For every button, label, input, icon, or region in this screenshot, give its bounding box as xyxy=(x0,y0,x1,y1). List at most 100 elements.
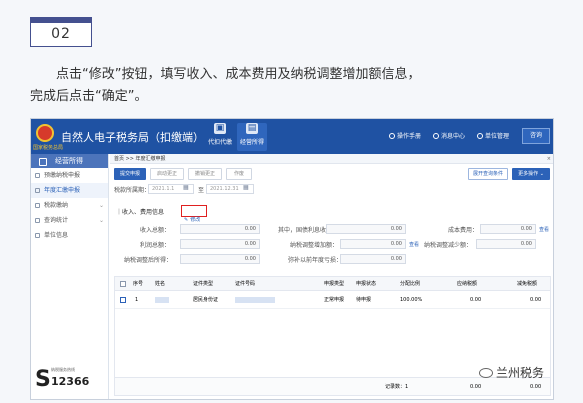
cell-id-type: 居民身份证 xyxy=(193,297,219,303)
message-center-label: 消息中心 xyxy=(441,133,466,140)
consult-button[interactable]: 咨询 xyxy=(522,128,550,144)
national-emblem-icon xyxy=(36,124,54,142)
calendar-icon: ▦ xyxy=(183,184,189,191)
title-bar: 国家税务总局 自然人电子税务局（扣缴端） ▣ 代扣代缴 ▤ 经营所得 操作手册 … xyxy=(31,119,553,154)
void-button[interactable]: 作废 xyxy=(226,168,252,180)
loss-offset-label: 弥补以前年度亏损： xyxy=(288,257,343,264)
manual-link[interactable]: 操作手册 xyxy=(389,131,421,140)
table-header: 序号 姓名 证件类型 证件号码 申报类型 申报状态 分配比例 应纳税额 减免税额 xyxy=(115,277,550,291)
income-section-title-text: 收入、费用信息 xyxy=(122,209,165,216)
sidebar-item-tax-payment[interactable]: 税款缴纳 ⌄ xyxy=(31,198,108,213)
tax-adjust-decrease-field: 0.00 xyxy=(476,239,536,249)
nav-business-income-button[interactable]: ▤ 经营所得 xyxy=(237,123,267,151)
row-checkbox[interactable] xyxy=(120,297,126,303)
loss-offset-field: 0.00 xyxy=(340,254,406,264)
chevron-down-icon: ⌄ xyxy=(98,202,104,209)
adjusted-income-label: 纳税调整后所得： xyxy=(124,257,173,264)
col-header-tax-payable: 应纳税额 xyxy=(457,281,478,287)
coin-icon xyxy=(35,203,40,208)
app-title: 自然人电子税务局（扣缴端） xyxy=(61,131,204,144)
start-correction-button[interactable]: 启动更正 xyxy=(150,168,184,180)
hotline-logo: S 纳税服务热线 12366 xyxy=(35,363,107,397)
bell-icon xyxy=(433,133,439,139)
step-badge: 02 xyxy=(30,17,92,47)
hotline-number: 12366 xyxy=(51,375,90,388)
income-section-title: ｜收入、费用信息 xyxy=(116,207,164,216)
tax-adjust-increase-field: 0.00 xyxy=(340,239,406,249)
sidebar-item-unit-info-label: 单位信息 xyxy=(44,232,69,239)
manual-link-label: 操作手册 xyxy=(397,133,422,140)
sidebar: 经营所得 预缴纳税申报 年度汇缴申报 税款缴纳 ⌄ 查询统计 ⌄ 单位信息 S 纳税… xyxy=(31,154,109,399)
book-icon xyxy=(389,133,395,139)
instruction-line-1: 点击“修改”按钮，填写收入、成本费用及纳税调整增加额信息， xyxy=(30,64,560,86)
period-separator: 至 xyxy=(198,187,205,194)
chevron-down-icon: ⌄ xyxy=(98,217,104,224)
col-header-id-number: 证件号码 xyxy=(235,281,256,287)
sidebar-item-prepay[interactable]: 预缴纳税申报 xyxy=(31,168,108,183)
file-icon xyxy=(35,188,40,193)
select-all-checkbox[interactable] xyxy=(120,281,126,287)
total-profit-field: 0.00 xyxy=(180,239,260,249)
watermark: 兰州税务 xyxy=(479,364,544,381)
cell-ratio: 100.00% xyxy=(400,297,423,303)
record-count: 记录数：1 xyxy=(385,384,409,390)
more-actions-label: 更多操作 xyxy=(518,171,539,177)
file-icon xyxy=(35,173,40,178)
more-actions-button[interactable]: 更多操作 ⌄ xyxy=(512,168,550,180)
app-screenshot: 国家税务总局 自然人电子税务局（扣缴端） ▣ 代扣代缴 ▤ 经营所得 操作手册 … xyxy=(30,118,554,400)
cell-name-masked xyxy=(155,297,169,303)
sidebar-item-query-stats[interactable]: 查询统计 ⌄ xyxy=(31,213,108,228)
document-icon: ▤ xyxy=(246,123,258,134)
unit-management-link[interactable]: 单位管理 xyxy=(477,131,509,140)
tax-adjust-increase-view-link[interactable]: 查看 xyxy=(409,241,419,248)
total-income-label: 收入总额： xyxy=(140,227,171,234)
sidebar-item-tax-payment-label: 税款缴纳 xyxy=(44,202,69,209)
col-header-id-type: 证件类型 xyxy=(193,281,214,287)
bond-interest-field: 0.00 xyxy=(326,224,406,234)
total-income-field: 0.00 xyxy=(180,224,260,234)
sidebar-header: 经营所得 xyxy=(31,154,108,168)
unit-management-label: 单位管理 xyxy=(485,133,510,140)
sidebar-item-query-stats-label: 查询统计 xyxy=(44,217,69,224)
instruction-line-1-text: 点击“修改”按钮，填写收入、成本费用及纳税调整增加额信息， xyxy=(56,67,421,82)
breadcrumb: 首页 >> 年度汇缴申报 × xyxy=(110,154,553,164)
wechat-icon xyxy=(479,368,493,378)
briefcase-icon: ▣ xyxy=(214,123,226,134)
sidebar-item-annual-filing[interactable]: 年度汇缴申报 xyxy=(31,183,108,198)
sidebar-item-annual-filing-label: 年度汇缴申报 xyxy=(44,187,81,194)
watermark-text: 兰州税务 xyxy=(496,366,545,380)
cost-expense-label: 成本费用： xyxy=(448,227,479,234)
sidebar-item-prepay-label: 预缴纳税申报 xyxy=(44,172,81,179)
nav-withholding-button[interactable]: ▣ 代扣代缴 xyxy=(205,123,235,151)
message-center-link[interactable]: 消息中心 xyxy=(433,131,465,140)
col-header-filing-type: 申报类型 xyxy=(324,281,345,287)
instruction-line-2: 完成后点击“确定”。 xyxy=(30,89,148,104)
edit-button[interactable]: ✎ 修改 xyxy=(181,205,207,223)
edit-label: 修改 xyxy=(190,217,201,223)
breadcrumb-text[interactable]: 首页 >> 年度汇缴申报 xyxy=(114,156,166,162)
submit-filing-button[interactable]: 提交申报 xyxy=(114,168,146,180)
calendar-icon: ▦ xyxy=(243,184,249,191)
cell-filing-type: 正常申报 xyxy=(324,297,345,303)
cost-expense-view-link[interactable]: 查看 xyxy=(539,226,549,233)
tax-adjust-decrease-label: 纳税调整减少额： xyxy=(424,242,473,249)
cell-filing-status: 待申报 xyxy=(356,297,372,303)
cell-tax-exempt: 0.00 xyxy=(530,297,542,303)
col-header-filing-status: 申报状态 xyxy=(356,281,377,287)
col-header-name: 姓名 xyxy=(155,281,166,287)
emblem-caption: 国家税务总局 xyxy=(33,145,64,151)
close-tab-icon[interactable]: × xyxy=(547,154,551,164)
period-label: 税款所属期： xyxy=(114,187,151,194)
sidebar-item-unit-info[interactable]: 单位信息 xyxy=(31,228,108,243)
instruction-text: 点击“修改”按钮，填写收入、成本费用及纳税调整增加额信息， 完成后点击“确定”。 xyxy=(30,64,560,108)
table-row[interactable]: 1 居民身份证 正常申报 待申报 100.00% 0.00 0.00 xyxy=(115,291,550,309)
step-number: 02 xyxy=(51,26,71,42)
expand-query-button[interactable]: 展开查询条件 xyxy=(468,168,508,180)
cancel-correction-button[interactable]: 撤销更正 xyxy=(188,168,222,180)
total-profit-label: 利润总额： xyxy=(140,242,171,249)
adjusted-income-field: 0.00 xyxy=(180,254,260,264)
cost-expense-field: 0.00 xyxy=(480,224,536,234)
nav-business-income-label: 经营所得 xyxy=(239,139,264,146)
hotline-caption: 纳税服务热线 xyxy=(51,367,75,372)
col-header-ratio: 分配比例 xyxy=(400,281,421,287)
